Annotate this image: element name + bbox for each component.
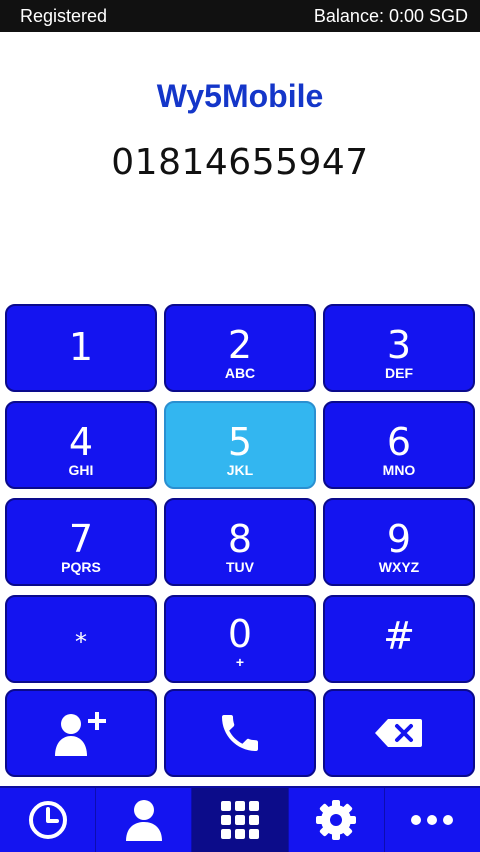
balance-status: Balance: 0:00 SGD [313, 6, 468, 26]
nav-settings[interactable] [289, 788, 385, 852]
settings-icon [316, 800, 357, 840]
key-digit: * [75, 628, 87, 656]
key-letters: JKL [226, 462, 254, 478]
key-8[interactable]: 8 TUV [164, 498, 316, 586]
dialed-number-display[interactable]: 01814655947 [0, 142, 480, 183]
key-2[interactable]: 2 ABC [164, 304, 316, 392]
dialpad: 1 2 ABC 3 DEF 4 GHI 5 JKL 6 MNO 7 PQRS 8… [0, 300, 480, 786]
key-star[interactable]: * [5, 595, 157, 683]
key-hash[interactable]: # [323, 595, 475, 683]
nav-history[interactable] [0, 788, 97, 852]
key-digit: 7 [68, 517, 94, 561]
key-letters: DEF [385, 365, 413, 381]
key-digit: 6 [386, 420, 412, 464]
contacts-icon [125, 800, 162, 841]
add-contact-button[interactable] [5, 689, 157, 777]
call-button[interactable] [164, 689, 316, 777]
dialpad-icon [221, 801, 259, 839]
phone-icon [222, 715, 258, 751]
more-icon [411, 815, 454, 825]
key-letters: MNO [382, 462, 416, 478]
key-letters: ABC [224, 365, 256, 381]
backspace-icon [375, 719, 422, 747]
registration-status: Registered [20, 6, 108, 26]
key-digit: # [383, 614, 415, 658]
add-contact-icon [55, 712, 106, 756]
key-digit: 3 [386, 323, 412, 367]
key-digit: 8 [227, 517, 253, 561]
key-1[interactable]: 1 [5, 304, 157, 392]
nav-dialpad[interactable] [192, 788, 289, 852]
key-3[interactable]: 3 DEF [323, 304, 475, 392]
key-digit: 4 [68, 420, 94, 464]
key-4[interactable]: 4 GHI [5, 401, 157, 489]
app-title: Wy5Mobile [156, 78, 324, 114]
bottom-navigation [0, 786, 480, 852]
key-digit: 5 [227, 420, 253, 464]
key-letters: GHI [68, 462, 94, 478]
key-0[interactable]: 0 + [164, 595, 316, 683]
key-letters: WXYZ [378, 559, 420, 575]
key-digit: 9 [386, 517, 412, 561]
key-letters: PQRS [61, 559, 101, 575]
key-letters: + [235, 654, 245, 670]
status-bar: Registered Balance: 0:00 SGD [0, 0, 480, 32]
key-digit: 2 [227, 323, 253, 367]
key-6[interactable]: 6 MNO [323, 401, 475, 489]
backspace-button[interactable] [323, 689, 475, 777]
key-letters: TUV [226, 559, 254, 575]
key-digit: 1 [68, 325, 94, 369]
nav-contacts[interactable] [96, 788, 193, 852]
key-9[interactable]: 9 WXYZ [323, 498, 475, 586]
key-digit: 0 [227, 612, 253, 656]
key-5[interactable]: 5 JKL [164, 401, 316, 489]
history-icon [28, 801, 67, 839]
nav-more[interactable] [385, 788, 480, 852]
key-7[interactable]: 7 PQRS [5, 498, 157, 586]
